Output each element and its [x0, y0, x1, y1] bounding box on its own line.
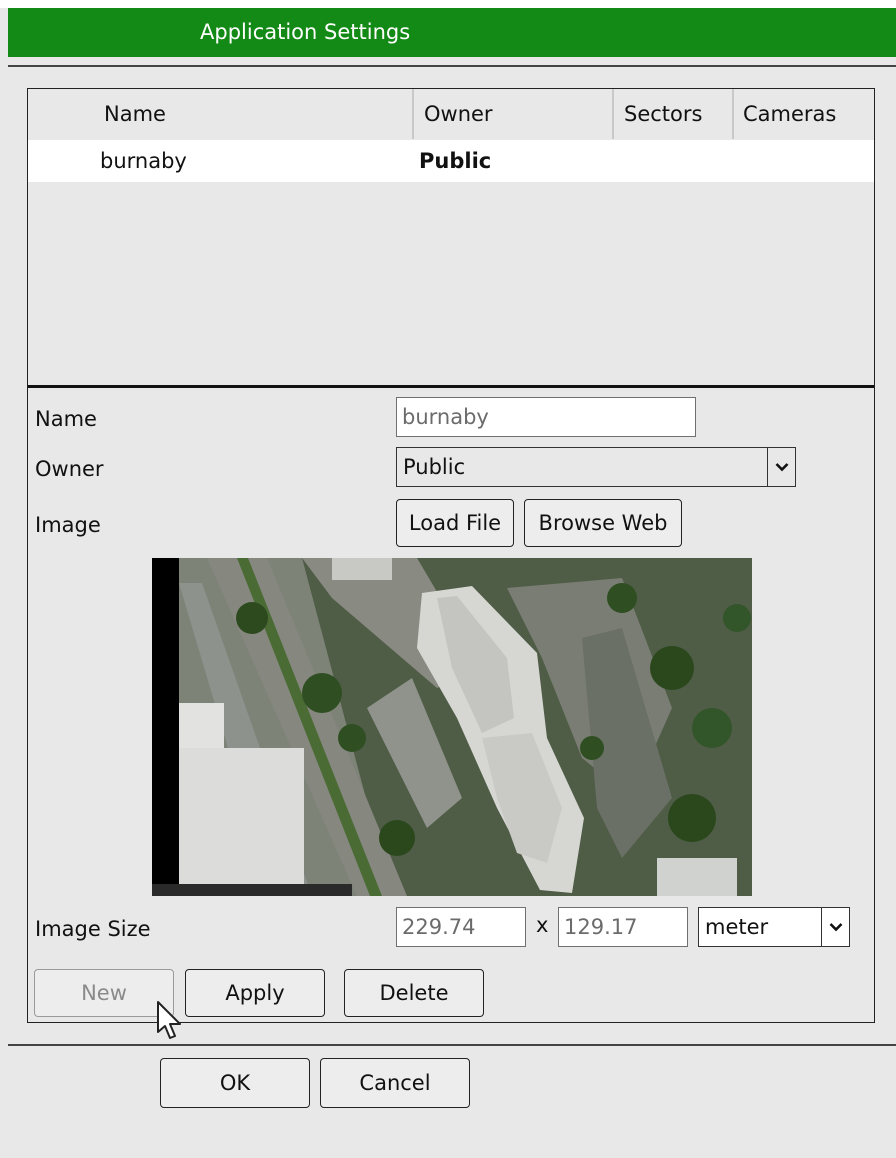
unit-select[interactable]: meter	[698, 907, 850, 947]
image-height-input[interactable]: 129.17	[558, 907, 688, 947]
load-file-button[interactable]: Load File	[396, 499, 514, 547]
owner-label: Owner	[35, 457, 104, 481]
name-input[interactable]: burnaby	[396, 397, 696, 437]
row-name: burnaby	[100, 149, 187, 173]
aerial-map-image	[152, 558, 752, 896]
settings-panel: Name Owner Sectors Cameras burnaby Publi…	[27, 88, 875, 1023]
column-header-owner[interactable]: Owner	[414, 89, 614, 139]
mouse-pointer-icon	[156, 1000, 184, 1048]
chevron-down-icon[interactable]	[821, 908, 849, 946]
dimension-separator: x	[536, 913, 549, 937]
browse-web-button[interactable]: Browse Web	[524, 499, 682, 547]
new-button[interactable]: New	[34, 969, 174, 1017]
table-row[interactable]: burnaby Public	[28, 140, 874, 182]
owner-select-value: Public	[403, 455, 466, 479]
delete-button[interactable]: Delete	[344, 969, 484, 1017]
owner-select[interactable]: Public	[396, 447, 796, 487]
image-label: Image	[35, 513, 101, 537]
image-size-label: Image Size	[35, 917, 151, 941]
unit-select-value: meter	[705, 915, 769, 939]
top-strip	[0, 0, 896, 8]
table-divider	[28, 385, 874, 388]
map-image-preview	[152, 558, 752, 896]
divider	[8, 65, 896, 67]
column-header-name[interactable]: Name	[28, 89, 414, 139]
column-header-sectors[interactable]: Sectors	[614, 89, 734, 139]
cancel-button[interactable]: Cancel	[320, 1058, 470, 1108]
applications-table: Name Owner Sectors Cameras burnaby Publi…	[28, 89, 874, 385]
name-label: Name	[35, 407, 97, 431]
title-bar: Application Settings	[8, 8, 896, 57]
ok-button[interactable]: OK	[160, 1058, 310, 1108]
image-width-input[interactable]: 229.74	[396, 907, 526, 947]
chevron-down-icon[interactable]	[767, 448, 795, 486]
window-title: Application Settings	[200, 20, 411, 44]
column-header-cameras[interactable]: Cameras	[734, 89, 874, 139]
row-owner: Public	[419, 149, 492, 173]
apply-button[interactable]: Apply	[185, 969, 325, 1017]
divider	[8, 1044, 896, 1046]
